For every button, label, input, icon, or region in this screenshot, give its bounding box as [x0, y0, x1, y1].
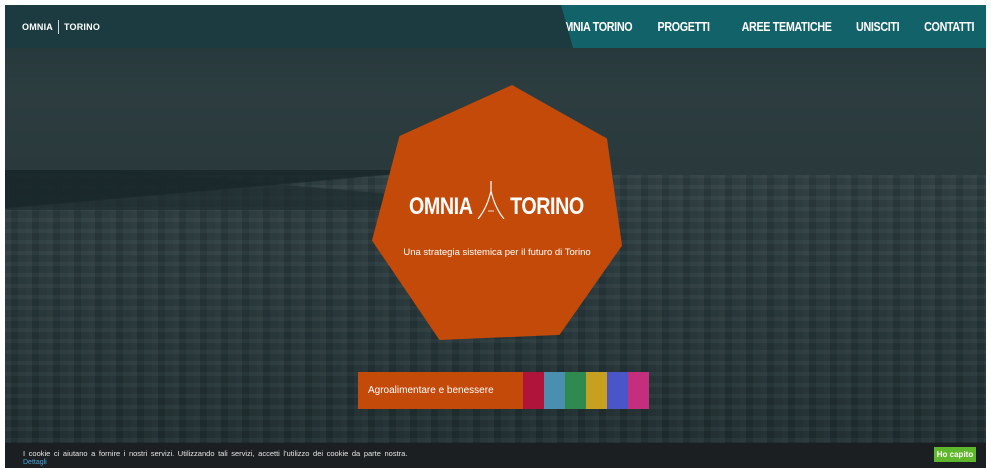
hero-logo-omnia: OMNIA: [409, 193, 473, 220]
theme-swatch-6[interactable]: [628, 372, 649, 409]
nav-omnia-torino[interactable]: OMNIA TORINO: [561, 20, 633, 34]
cookie-details-link[interactable]: Dettagli: [23, 459, 47, 466]
page-frame: OMNIA TORINO HOME OMNIA TORINO PROGETTI …: [5, 5, 986, 468]
mole-antonelliana-icon: [477, 181, 505, 219]
hero-logo: OMNIA TORINO: [372, 181, 622, 221]
header-logo-omnia: OMNIA: [22, 22, 53, 32]
cookie-bar: I cookie ci aiutano a fornire i nostri s…: [5, 443, 986, 468]
theme-selector: Agroalimentare e benessere: [358, 372, 649, 409]
theme-swatch-5[interactable]: [607, 372, 628, 409]
cookie-accept-button[interactable]: Ho capito: [934, 447, 976, 462]
nav-unisciti[interactable]: UNISCITI: [856, 20, 900, 34]
mole-spire-icon: [58, 20, 59, 34]
theme-swatch-4[interactable]: [586, 372, 607, 409]
hero-tagline: Una strategia sistemica per il futuro di…: [403, 247, 591, 258]
theme-swatch-3[interactable]: [565, 372, 586, 409]
cookie-text: I cookie ci aiutano a fornire i nostri s…: [23, 449, 408, 458]
header-logo-torino: TORINO: [64, 22, 101, 32]
theme-swatch-2[interactable]: [544, 372, 565, 409]
theme-swatch-1[interactable]: [523, 372, 544, 409]
hero-logo-torino: TORINO: [509, 193, 584, 220]
header-logo[interactable]: OMNIA TORINO: [22, 20, 100, 34]
nav-aree-tematiche[interactable]: AREE TEMATICHE: [742, 20, 832, 34]
nav-home[interactable]: HOME: [496, 20, 527, 34]
site-header: OMNIA TORINO HOME OMNIA TORINO PROGETTI …: [5, 5, 986, 48]
nav-progetti[interactable]: PROGETTI: [658, 20, 711, 34]
nav-contatti[interactable]: CONTATTI: [924, 20, 974, 34]
main-nav: HOME OMNIA TORINO PROGETTI AREE TEMATICH…: [561, 5, 986, 48]
theme-active-label[interactable]: Agroalimentare e benessere: [358, 372, 523, 409]
